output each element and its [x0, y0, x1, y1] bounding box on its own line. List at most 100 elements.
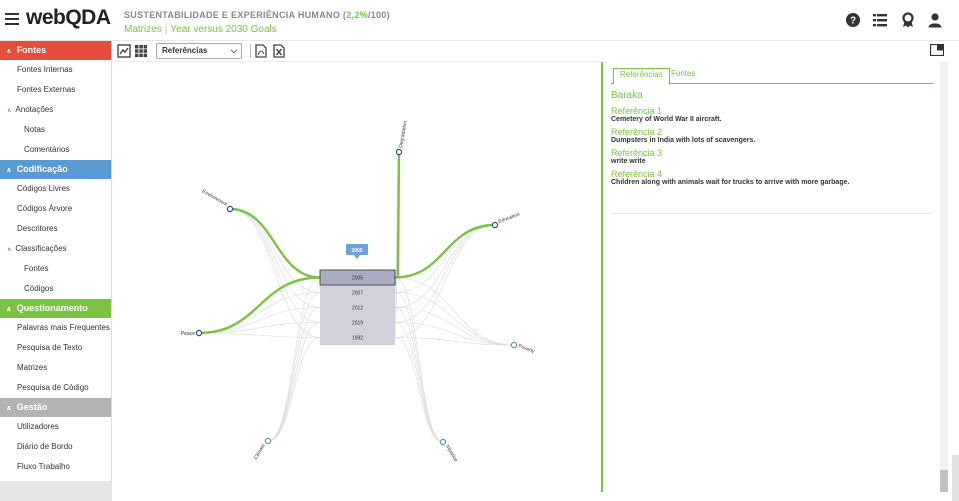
breadcrumb-current: Year versus 2030 Goals	[170, 24, 277, 35]
sidebar-section-questionamento[interactable]: ∧ Questionamento	[0, 299, 111, 318]
sidebar-item-notas[interactable]: Notas	[0, 120, 111, 140]
sidebar-section-codificacao[interactable]: ∧ Codificação	[0, 160, 111, 179]
goal-label[interactable]: Education	[498, 212, 521, 225]
goal-label[interactable]: Peace	[181, 331, 195, 337]
faint-edge	[229, 208, 321, 293]
year-tooltip: 2005	[346, 244, 368, 259]
help-icon[interactable]: ?	[845, 12, 861, 28]
excel-icon[interactable]	[272, 44, 286, 58]
references-select[interactable]: Referências ⌵	[156, 43, 242, 59]
breadcrumb-matrizes[interactable]: Matrizes	[124, 24, 162, 35]
highlighted-edge	[394, 223, 496, 279]
goal-label[interactable]: Injustice	[444, 444, 458, 463]
user-icon[interactable]	[927, 12, 943, 28]
faint-edge	[267, 277, 321, 442]
faint-edge	[394, 322, 444, 443]
breadcrumb: Matrizes | Year versus 2030 Goals	[124, 24, 277, 35]
source-name[interactable]: Baraka	[611, 90, 933, 101]
faint-edge	[267, 292, 321, 442]
matrix-toolbar: Referências ⌵	[112, 41, 602, 62]
goal-node[interactable]	[226, 205, 234, 213]
sidebar-item-utilizadores[interactable]: Utilizadores	[0, 417, 111, 437]
toolbar-divider	[250, 44, 251, 58]
panel-toggle-icon[interactable]	[930, 44, 944, 56]
svg-text:?: ?	[850, 16, 856, 27]
project-title: SUSTENTABILIDADE E EXPERIÊNCIA HUMANO (2…	[124, 10, 390, 20]
year-label[interactable]: 2007	[352, 291, 363, 297]
sidebar-item-matrizes[interactable]: Matrizes	[0, 358, 111, 378]
year-label[interactable]: 1992	[352, 336, 363, 342]
reference-text: Dumpsters in India with lots of scavenge…	[611, 137, 756, 144]
goal-label[interactable]: Climate	[253, 443, 267, 461]
sidebar-section-gestao[interactable]: ∧ Gestão	[0, 398, 111, 417]
sidebar-item-codigos-arvore[interactable]: Códigos Árvore	[0, 199, 111, 219]
highlighted-edge	[198, 276, 321, 335]
pdf-icon[interactable]	[254, 44, 268, 58]
sidebar-item-fontes-internas[interactable]: Fontes Internas	[0, 60, 111, 80]
reference-title[interactable]: Referência 2	[611, 127, 933, 137]
goal-label[interactable]: Degradation	[398, 120, 409, 148]
goal-node[interactable]	[195, 329, 203, 337]
reference-title[interactable]: Referência 3	[611, 148, 933, 158]
sidebar-item-fluxo-trabalho[interactable]: Fluxo Trabalho	[0, 457, 111, 477]
grid-icon[interactable]	[134, 44, 148, 58]
tooltip-pointer	[354, 255, 360, 259]
goal-node[interactable]	[395, 148, 403, 156]
goal-node[interactable]	[510, 341, 518, 349]
tab-referencias[interactable]: Referências	[613, 68, 670, 85]
app-logo[interactable]: webQDA	[26, 6, 111, 30]
faint-edge	[229, 208, 321, 323]
reference-text: Cemetery of World War II aircraft.	[611, 116, 722, 123]
sidebar-item-comentarios[interactable]: Comentários	[0, 140, 111, 160]
hamburger-menu-icon[interactable]	[5, 13, 19, 25]
tooltip-text: 2005	[351, 248, 362, 254]
faint-edge	[394, 307, 515, 346]
references-panel: Referências Fontes Baraka Referência 1 C…	[601, 62, 940, 492]
sidebar-item-palavras-frequentes[interactable]: Palavras mais Frequentes	[0, 318, 111, 338]
faint-edge	[394, 337, 444, 443]
reference-text: Children along with animals wait for tru…	[611, 179, 850, 186]
sidebar-item-codigos-livres[interactable]: Códigos Livres	[0, 179, 111, 199]
sidebar-item-fontes-externas[interactable]: Fontes Externas	[0, 80, 111, 100]
reference-title[interactable]: Referência 4	[611, 169, 933, 179]
year-label[interactable]: 2005	[352, 276, 363, 282]
page-scrollbar[interactable]	[952, 455, 959, 501]
sidebar-item-pesquisa-codigo[interactable]: Pesquisa de Código	[0, 378, 111, 398]
matrix-network-diagram[interactable]: 2005 2007 2012 2019 1992 Degradation Environm…	[112, 62, 600, 501]
panel-tabs: Referências Fontes	[611, 66, 933, 85]
app-header: webQDA SUSTENTABILIDADE E EXPERIÊNCIA HU…	[0, 0, 959, 41]
sidebar-item-class-fontes[interactable]: Fontes	[0, 259, 111, 279]
goal-node[interactable]	[439, 438, 447, 446]
goal-label[interactable]: Environment	[201, 188, 229, 208]
year-list-box[interactable]: 2005 2007 2012 2019 1992	[319, 269, 396, 345]
sidebar-footer	[0, 481, 112, 501]
list-icon[interactable]	[872, 12, 888, 28]
reference-title[interactable]: Referência 1	[611, 106, 933, 116]
goal-label[interactable]: Poverty	[517, 343, 535, 355]
sidebar-item-anotacoes[interactable]: ∧ Anotações	[0, 100, 111, 120]
faint-edge	[394, 224, 496, 293]
sidebar-item-class-codigos[interactable]: Códigos	[0, 279, 111, 299]
sidebar-item-diario-bordo[interactable]: Diário de Bordo	[0, 437, 111, 457]
panel-scrollbar[interactable]	[940, 62, 948, 492]
faint-edge	[394, 277, 515, 346]
tab-fontes[interactable]: Fontes	[665, 68, 701, 84]
faint-edge	[267, 322, 321, 442]
year-label[interactable]: 2012	[352, 306, 363, 312]
sidebar-section-fontes[interactable]: ∧ Fontes	[0, 41, 111, 60]
goal-node[interactable]	[491, 221, 499, 229]
goal-node[interactable]	[264, 437, 272, 445]
sidebar-item-pesquisa-texto[interactable]: Pesquisa de Texto	[0, 338, 111, 358]
highlighted-edge	[229, 207, 321, 279]
reference-text: write write	[611, 158, 646, 165]
chart-export-icon[interactable]	[117, 44, 131, 58]
sidebar-item-classificacoes[interactable]: ∧ Classificações	[0, 239, 111, 259]
award-icon[interactable]	[900, 12, 916, 28]
scrollbar-thumb[interactable]	[940, 470, 948, 492]
faint-edge	[394, 224, 496, 308]
faint-edge	[394, 322, 515, 346]
year-label[interactable]: 2019	[352, 321, 363, 327]
faint-edge	[394, 292, 515, 346]
sidebar-item-descritores[interactable]: Descritores	[0, 219, 111, 239]
references-content: Baraka Referência 1 Cemetery of World Wa…	[611, 90, 933, 190]
